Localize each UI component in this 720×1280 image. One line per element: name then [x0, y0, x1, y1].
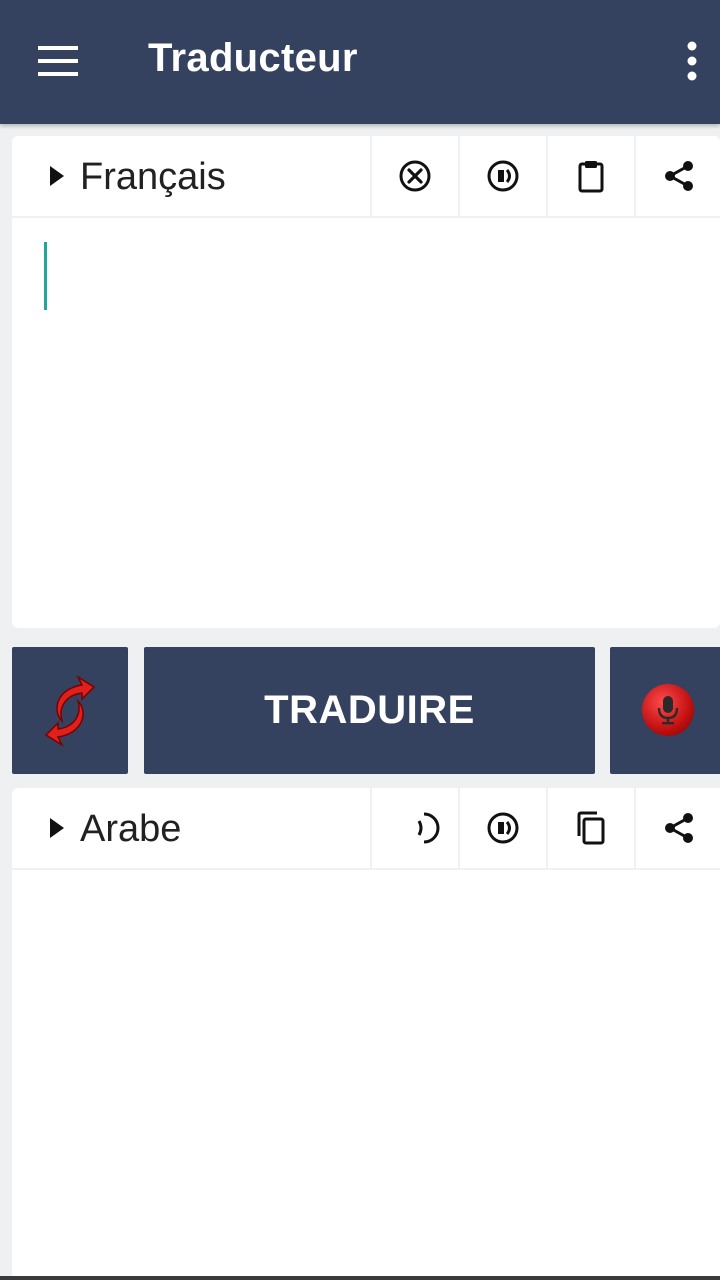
paste-button[interactable]: [546, 136, 634, 216]
microphone-icon: [642, 684, 694, 736]
swap-arrows-icon: [44, 674, 96, 747]
source-speak-button[interactable]: [458, 136, 546, 216]
source-share-button[interactable]: [634, 136, 720, 216]
target-language-selector[interactable]: Arabe: [12, 788, 368, 868]
page-title: Traducteur: [148, 36, 358, 80]
target-speak-button[interactable]: [458, 788, 546, 868]
voice-input-button[interactable]: [610, 647, 720, 774]
source-text-input[interactable]: [12, 218, 720, 628]
overflow-menu-button[interactable]: [666, 36, 718, 88]
menu-button[interactable]: [22, 26, 94, 98]
copy-icon: [577, 811, 605, 845]
share-icon: [665, 813, 693, 843]
dropdown-caret-icon: [50, 166, 64, 186]
source-language-selector[interactable]: Français: [12, 136, 368, 216]
translate-button-label: TRADUIRE: [264, 688, 475, 732]
copy-button[interactable]: [546, 788, 634, 868]
paste-icon: [578, 161, 604, 193]
target-toolbar: Arabe: [12, 788, 720, 870]
text-cursor: [44, 242, 47, 310]
app-bar: Traducteur: [0, 0, 720, 124]
swap-languages-button[interactable]: [12, 647, 128, 774]
share-icon: [665, 161, 693, 191]
clear-button[interactable]: [370, 136, 458, 216]
hamburger-menu-icon: [38, 46, 78, 76]
target-share-button[interactable]: [634, 788, 720, 868]
target-speak-button-partial[interactable]: [370, 788, 458, 868]
more-vertical-icon: [687, 41, 697, 81]
target-card: Arabe: [12, 788, 720, 1280]
source-toolbar: Français: [12, 136, 720, 218]
dropdown-caret-icon: [50, 818, 64, 838]
speaker-icon: [417, 812, 440, 844]
screen-bottom-edge: [0, 1276, 720, 1280]
source-language-label: Français: [80, 156, 226, 198]
source-card: Français: [12, 136, 720, 628]
speaker-icon: [487, 160, 519, 192]
target-language-label: Arabe: [80, 808, 182, 850]
translation-output: [12, 870, 720, 1280]
translate-button[interactable]: TRADUIRE: [144, 647, 595, 774]
clear-icon: [399, 160, 431, 192]
speaker-icon: [487, 812, 519, 844]
